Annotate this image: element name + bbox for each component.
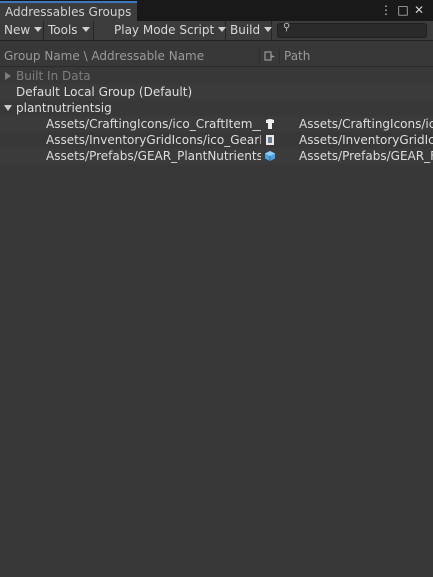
group-name: plantnutrientsig <box>16 101 112 115</box>
collapse-arrow-icon[interactable] <box>4 105 12 111</box>
window-tab-label: Addressables Groups <box>5 5 132 19</box>
new-dropdown-button[interactable]: New <box>0 21 44 40</box>
close-icon[interactable]: ✕ <box>412 2 426 18</box>
entry-address: Assets/InventoryGridIcons/ico_GearIte <box>46 133 261 147</box>
build-dropdown-button[interactable]: Build <box>226 21 273 40</box>
entry-path: Assets/InventoryGridIcc <box>299 133 433 147</box>
entry-address: Assets/CraftingIcons/ico_CraftItem__Pl <box>46 117 261 131</box>
chevron-down-icon <box>218 27 227 32</box>
prefab-icon <box>264 150 275 161</box>
maximize-icon[interactable]: □ <box>396 2 410 18</box>
play-mode-script-label: Play Mode Script <box>114 23 215 37</box>
toolbar: New Tools Play Mode Script Build ⚲ <box>0 21 433 41</box>
chevron-down-icon <box>81 27 90 32</box>
group-name: Default Local Group (Default) <box>16 85 193 99</box>
window-title-bar: Addressables Groups ⋮ □ ✕ <box>0 0 433 21</box>
new-label: New <box>4 23 31 37</box>
group-row-default-local-group[interactable]: Default Local Group (Default) <box>0 84 433 100</box>
column-header-group-name[interactable]: Group Name \ Addressable Name <box>4 49 204 63</box>
group-row-built-in-data[interactable]: Built In Data <box>0 68 433 84</box>
search-input[interactable] <box>294 24 422 37</box>
entry-path: Assets/Prefabs/GEAR_F <box>299 149 433 163</box>
chevron-down-icon <box>264 27 273 32</box>
window-tab-addressables-groups[interactable]: Addressables Groups <box>0 1 137 21</box>
column-header-path[interactable]: Path <box>284 49 310 63</box>
entry-row[interactable]: Assets/InventoryGridIcons/ico_GearIte As… <box>0 132 433 148</box>
group-row-plantnutrientsig[interactable]: plantnutrientsig <box>0 100 433 116</box>
window-menu-icon[interactable]: ⋮ <box>379 2 393 18</box>
column-header: Group Name \ Addressable Name Path <box>0 47 433 67</box>
tools-dropdown-button[interactable]: Tools <box>44 21 94 40</box>
type-column-icon[interactable] <box>264 50 276 65</box>
search-field[interactable]: ⚲ <box>277 22 427 38</box>
build-label: Build <box>230 23 261 37</box>
entry-row[interactable]: Assets/Prefabs/GEAR_PlantNutrientsC Asse… <box>0 148 433 164</box>
play-mode-script-dropdown-button[interactable]: Play Mode Script <box>110 21 227 40</box>
column-separator[interactable] <box>259 47 260 65</box>
chevron-down-icon <box>34 27 43 32</box>
entry-row[interactable]: Assets/CraftingIcons/ico_CraftItem__Pl A… <box>0 116 433 132</box>
entry-path: Assets/CraftingIcons/ic <box>299 117 433 131</box>
texture-icon <box>264 118 275 129</box>
texture-icon <box>264 134 275 145</box>
search-icon: ⚲ <box>283 22 291 33</box>
expand-arrow-icon[interactable] <box>5 72 11 80</box>
tools-label: Tools <box>48 23 78 37</box>
group-name: Built In Data <box>16 69 91 83</box>
entry-address: Assets/Prefabs/GEAR_PlantNutrientsC <box>46 149 261 163</box>
column-separator[interactable] <box>279 47 280 65</box>
